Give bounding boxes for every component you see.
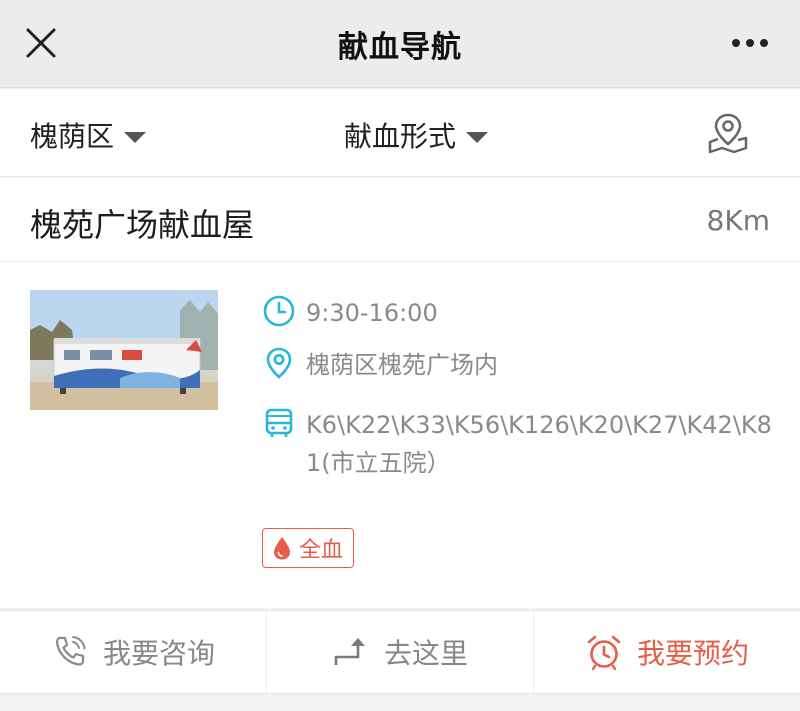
navigate-button-label: 去这里 [383, 637, 468, 670]
donation-type-filter[interactable]: 献血形式 [344, 115, 489, 155]
station-name: 槐苑广场献血屋 [30, 206, 255, 244]
phone-icon [55, 636, 86, 666]
action-bar: 我要咨询 去这里 我要预约 [0, 610, 800, 694]
whole-blood-badge: 全血 [262, 528, 355, 568]
book-appointment-button[interactable]: 我要预约 [534, 611, 800, 693]
district-filter-label: 槐荫区 [30, 120, 115, 153]
map-pin-icon[interactable] [706, 111, 750, 155]
page-title: 献血导航 [338, 30, 462, 65]
opening-hours: 9:30-16:00 [306, 299, 438, 327]
station-distance: 8Km [706, 204, 770, 237]
donation-type-filter-label: 献血形式 [344, 120, 457, 153]
hours-row: 9:30-16:00 [262, 294, 438, 332]
alarm-clock-icon [587, 635, 621, 671]
location-pin-icon [266, 347, 292, 379]
title-bar: 献血导航 [0, 0, 800, 88]
station-card[interactable]: 槐苑广场献血屋 8Km 9:30-16:00 槐荫区槐苑广场内 K6\K22\K… [0, 178, 800, 608]
station-card-header: 槐苑广场献血屋 8Km [0, 178, 800, 262]
district-filter[interactable]: 槐荫区 [30, 115, 147, 155]
filter-bar: 槐荫区 献血形式 [0, 89, 800, 177]
station-address: 槐荫区槐苑广场内 [306, 351, 498, 379]
bus-icon [265, 408, 293, 437]
navigate-button[interactable]: 去这里 [267, 611, 534, 693]
address-row: 槐荫区槐苑广场内 [262, 346, 498, 384]
consult-button-label: 我要咨询 [102, 637, 215, 670]
whole-blood-badge-label: 全血 [299, 538, 344, 563]
caret-down-icon [466, 131, 489, 143]
caret-down-icon [124, 131, 147, 143]
station-photo-illustration [30, 290, 218, 410]
blood-drop-icon [274, 537, 290, 560]
more-icon[interactable] [730, 38, 770, 48]
consult-button[interactable]: 我要咨询 [0, 611, 267, 693]
clock-icon [263, 295, 295, 327]
navigate-arrow-icon [334, 638, 365, 665]
book-appointment-button-label: 我要预约 [636, 637, 749, 670]
station-photo[interactable] [30, 290, 218, 410]
bus-routes-row: K6\K22\K33\K56\K126\K20\K27\K42\K81(市立五院… [262, 406, 782, 482]
bus-routes: K6\K22\K33\K56\K126\K20\K27\K42\K81(市立五院… [306, 411, 772, 477]
